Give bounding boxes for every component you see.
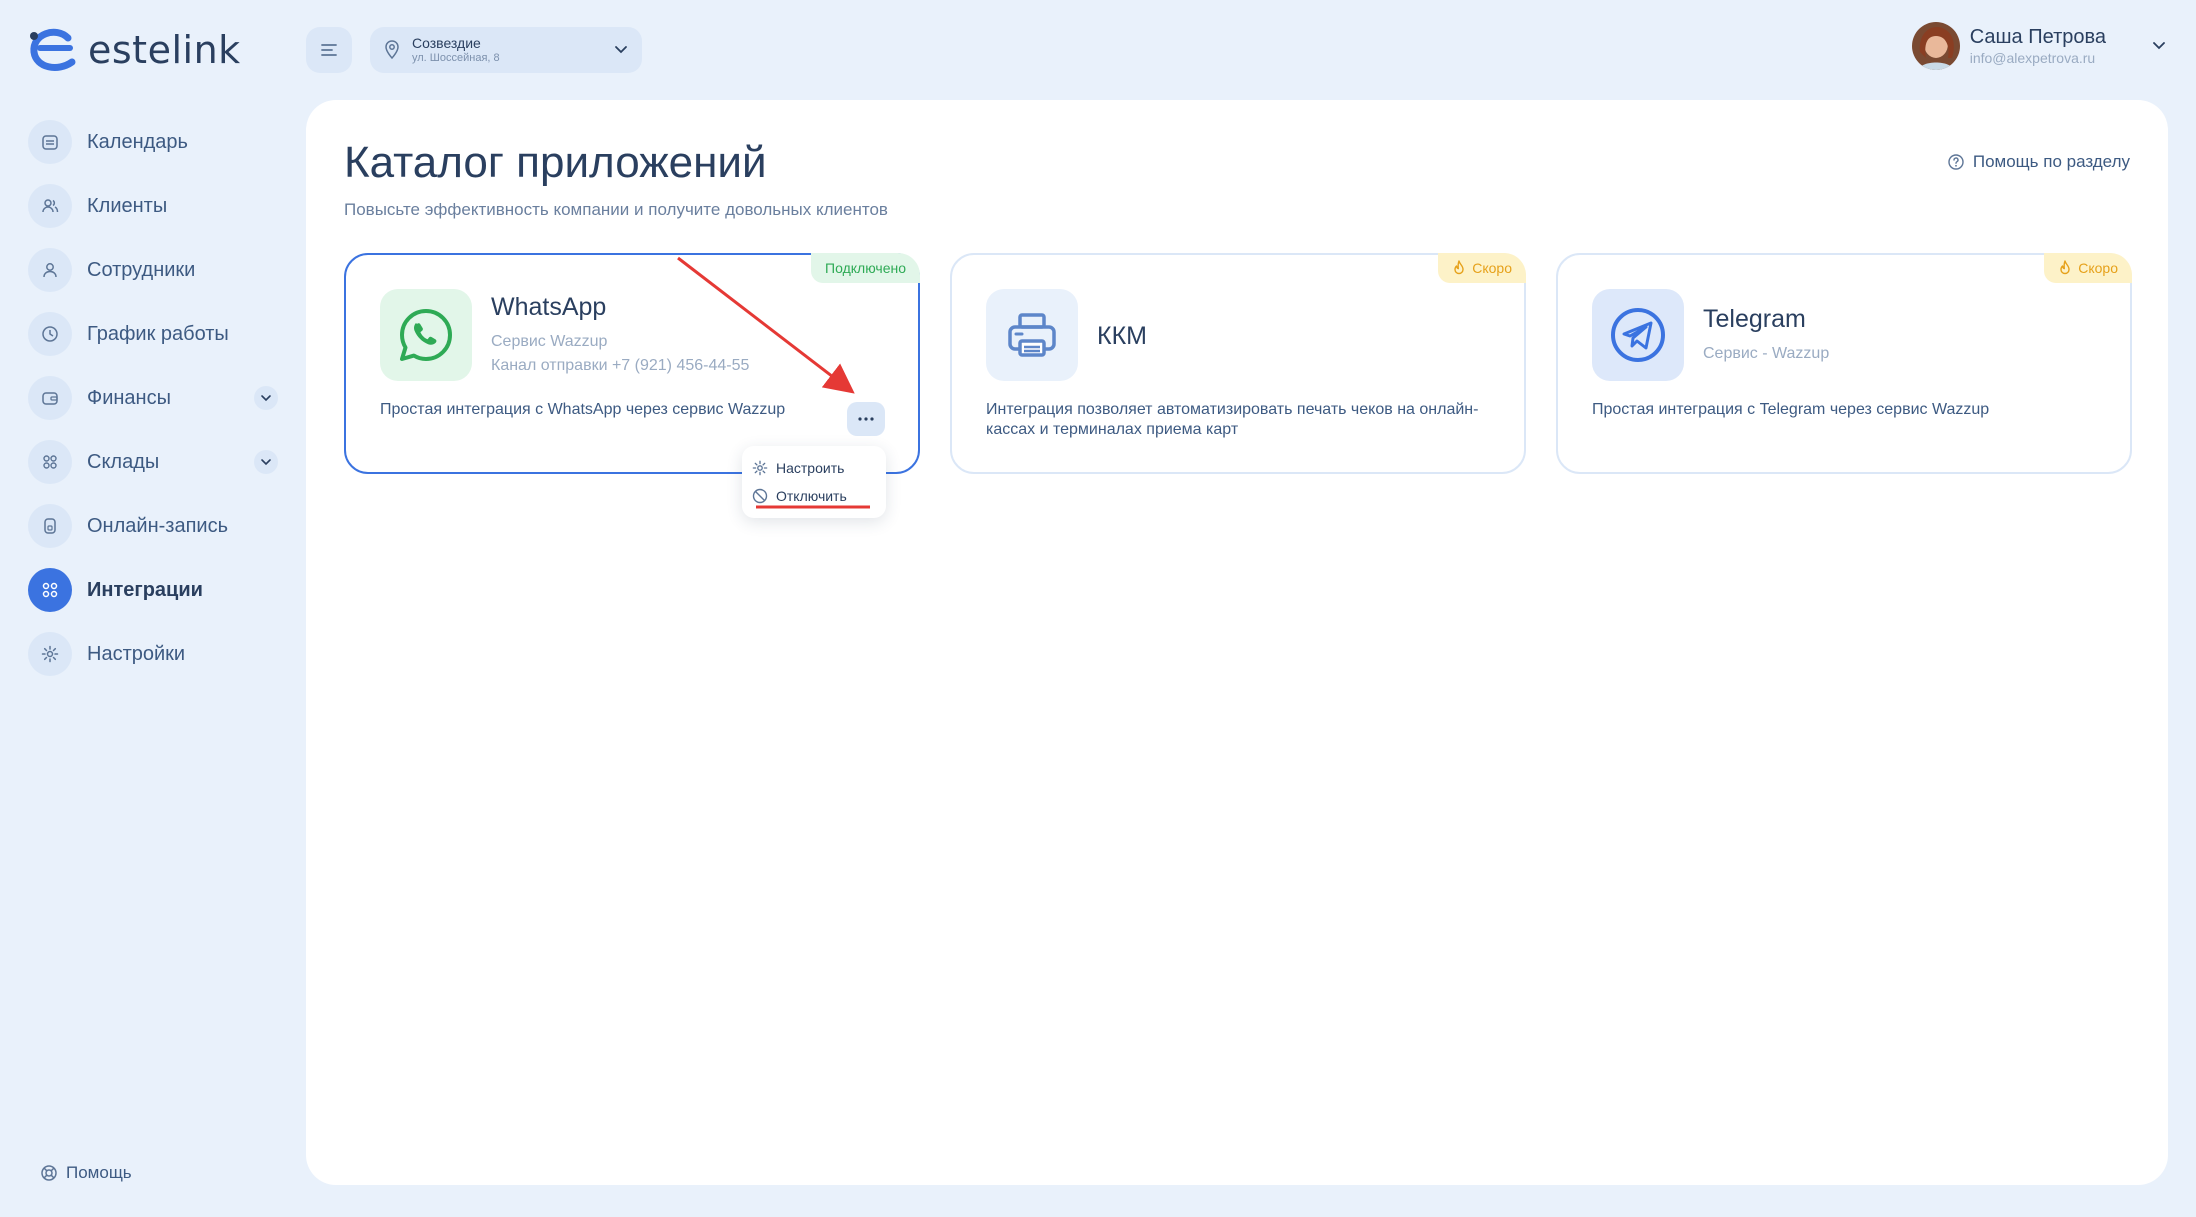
integration-card-kkm[interactable]: Скоро ККМ Интеграция позволяет автоматиз… — [950, 253, 1526, 474]
card-service: Сервис Wazzup — [491, 333, 608, 350]
card-title: WhatsApp — [491, 293, 607, 321]
brand-name: estelink — [88, 28, 241, 72]
help-label: Помощь — [66, 1163, 132, 1182]
gear-icon — [752, 460, 768, 476]
sidebar-item-warehouses[interactable]: Склады — [28, 430, 284, 494]
whatsapp-icon — [380, 289, 472, 381]
logo-icon — [30, 28, 76, 71]
employee-icon — [43, 263, 57, 278]
sidebar-item-label: Интеграции — [87, 578, 203, 601]
status-badge: Скоро — [1438, 253, 1526, 283]
warehouse-icon — [43, 455, 57, 469]
menu-item-configure[interactable]: Настроить — [752, 454, 876, 482]
sidebar-item-finance[interactable]: Финансы — [28, 366, 284, 430]
card-title: ККМ — [1097, 322, 1147, 350]
sidebar-item-employees[interactable]: Сотрудники — [28, 238, 284, 302]
brand-logo[interactable]: estelink — [28, 26, 241, 74]
menu-toggle-button[interactable] — [306, 27, 352, 73]
card-more-button[interactable] — [847, 402, 885, 436]
chevron-down-icon — [261, 395, 271, 402]
location-selector[interactable]: Созвездие ул. Шоссейная, 8 — [370, 27, 642, 73]
sidebar-item-label: Настройки — [87, 642, 186, 665]
sidebar: Календарь Клиенты Сотрудники График рабо… — [28, 110, 284, 686]
card-description: Интеграция позволяет автоматизировать пе… — [986, 401, 1479, 438]
fire-icon — [1454, 260, 1464, 275]
status-badge: Подключено — [811, 253, 920, 283]
phone-icon — [44, 518, 56, 534]
help-link[interactable]: Помощь — [40, 1163, 132, 1183]
sidebar-item-label: Склады — [87, 450, 160, 473]
sidebar-item-schedule[interactable]: График работы — [28, 302, 284, 366]
telegram-icon — [1592, 289, 1684, 381]
card-action-menu: Настроить Отключить — [742, 446, 886, 518]
sidebar-item-label: Онлайн-запись — [87, 514, 228, 537]
status-badge: Скоро — [2044, 253, 2132, 283]
card-service: Сервис - Wazzup — [1703, 345, 1830, 362]
sidebar-item-label: Финансы — [87, 386, 171, 409]
chevron-down-icon — [615, 46, 627, 54]
card-description: Простая интеграция с WhatsApp через серв… — [380, 401, 786, 418]
map-pin-icon — [385, 40, 399, 60]
fire-icon — [2060, 260, 2070, 275]
block-icon — [752, 488, 768, 504]
menu-item-disconnect[interactable]: Отключить — [752, 482, 876, 510]
location-address: ул. Шоссейная, 8 — [412, 52, 500, 64]
clients-icon — [42, 199, 59, 213]
sidebar-item-online-booking[interactable]: Онлайн-запись — [28, 494, 284, 558]
card-description: Простая интеграция с Telegram через серв… — [1592, 401, 1990, 418]
sidebar-item-settings[interactable]: Настройки — [28, 622, 284, 686]
page-title: Каталог приложений — [344, 138, 767, 187]
avatar — [1911, 22, 1960, 70]
chevron-down-icon — [261, 459, 271, 466]
section-help-link[interactable]: Помощь по разделу — [1947, 152, 2130, 172]
expand-finance-button[interactable] — [254, 386, 278, 410]
sidebar-item-integrations[interactable]: Интеграции — [28, 558, 284, 622]
section-help-label: Помощь по разделу — [1972, 152, 2130, 171]
lifebuoy-icon — [41, 1165, 57, 1181]
user-email: info@alexpetrova.ru — [1969, 50, 2096, 66]
apps-icon — [42, 582, 58, 598]
question-circle-icon — [1948, 154, 1964, 170]
printer-icon — [986, 289, 1078, 381]
integration-card-whatsapp[interactable]: Подключено WhatsApp Сервис Wazzup Канал … — [344, 253, 920, 474]
sidebar-item-clients[interactable]: Клиенты — [28, 174, 284, 238]
sidebar-item-label: Календарь — [87, 130, 188, 153]
card-title: Telegram — [1703, 305, 1806, 333]
calendar-icon — [42, 135, 58, 150]
expand-warehouses-button[interactable] — [254, 450, 278, 474]
chevron-down-icon[interactable] — [2152, 41, 2166, 51]
sidebar-item-label: Клиенты — [87, 194, 168, 217]
menu-icon — [321, 44, 337, 56]
clock-icon — [42, 326, 58, 342]
main-panel: Каталог приложений Повысьте эффективност… — [306, 100, 2168, 1185]
sidebar-item-calendar[interactable]: Календарь — [28, 110, 284, 174]
sidebar-item-label: Сотрудники — [87, 258, 196, 281]
wallet-icon — [42, 392, 58, 405]
page-subtitle: Повысьте эффективность компании и получи… — [344, 200, 888, 219]
integration-card-telegram[interactable]: Скоро Telegram Сервис - Wazzup Простая и… — [1556, 253, 2132, 474]
more-dots-icon — [858, 417, 874, 421]
sidebar-item-label: График работы — [87, 322, 229, 345]
card-channel: Канал отправки +7 (921) 456-44-55 — [491, 357, 750, 374]
location-name: Созвездие — [412, 35, 481, 51]
gear-icon — [41, 645, 59, 663]
user-name: Саша Петрова — [1969, 26, 2106, 48]
user-menu[interactable]: Саша Петрова info@alexpetrova.ru — [1911, 22, 2166, 70]
